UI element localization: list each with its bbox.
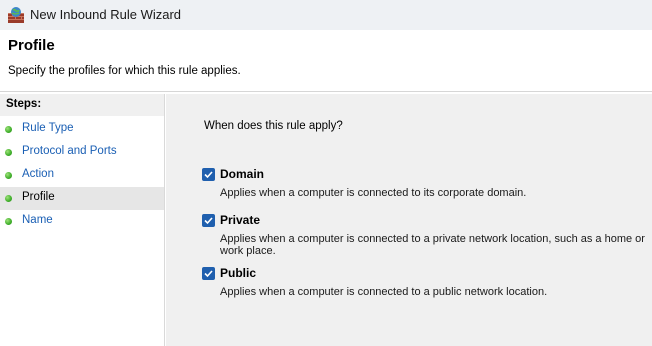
firewall-icon xyxy=(7,6,25,24)
step-name[interactable]: Name xyxy=(0,210,164,233)
steps-heading: Steps: xyxy=(0,94,164,116)
page-subtitle: Specify the profiles for which this rule… xyxy=(8,65,241,77)
checkmark-icon xyxy=(204,270,213,278)
green-dot-icon xyxy=(5,172,12,179)
wizard-window: New Inbound Rule Wizard Profile Specify … xyxy=(0,0,652,346)
option-description: Applies when a computer is connected to … xyxy=(220,233,645,257)
checkmark-icon xyxy=(204,217,213,225)
step-protocol-and-ports[interactable]: Protocol and Ports xyxy=(0,141,164,164)
option-private: Private Applies when a computer is conne… xyxy=(202,213,645,258)
green-dot-icon xyxy=(5,126,12,133)
option-label: Public xyxy=(220,266,257,280)
option-public: Public Applies when a computer is connec… xyxy=(202,266,642,299)
step-label: Name xyxy=(22,214,53,226)
public-checkbox[interactable] xyxy=(202,267,215,280)
option-label: Domain xyxy=(220,167,265,181)
domain-checkbox[interactable] xyxy=(202,168,215,181)
step-label: Rule Type xyxy=(22,122,74,134)
title-bar[interactable]: New Inbound Rule Wizard xyxy=(0,0,652,30)
page-header: Profile Specify the profiles for which t… xyxy=(0,30,652,92)
step-profile[interactable]: Profile xyxy=(0,187,164,210)
green-dot-icon xyxy=(5,149,12,156)
content-panel: When does this rule apply? Domain Applie… xyxy=(166,94,652,346)
option-description: Applies when a computer is connected to … xyxy=(220,187,527,199)
step-rule-type[interactable]: Rule Type xyxy=(0,118,164,141)
window-title: New Inbound Rule Wizard xyxy=(30,7,182,22)
checkmark-icon xyxy=(204,171,213,179)
private-checkbox[interactable] xyxy=(202,214,215,227)
green-dot-icon xyxy=(5,195,12,202)
option-label: Private xyxy=(220,213,261,227)
step-label: Action xyxy=(22,168,54,180)
green-dot-icon xyxy=(5,218,12,225)
header-divider xyxy=(0,91,652,92)
steps-panel: Steps: Rule Type Protocol and Ports Acti… xyxy=(0,94,165,346)
step-action[interactable]: Action xyxy=(0,164,164,187)
question-text: When does this rule apply? xyxy=(204,120,343,132)
page-title: Profile xyxy=(8,37,55,54)
option-domain: Domain Applies when a computer is connec… xyxy=(202,167,642,200)
step-label: Protocol and Ports xyxy=(22,145,117,157)
option-description: Applies when a computer is connected to … xyxy=(220,286,548,298)
step-label: Profile xyxy=(22,191,55,203)
steps-heading-label: Steps: xyxy=(6,98,42,110)
